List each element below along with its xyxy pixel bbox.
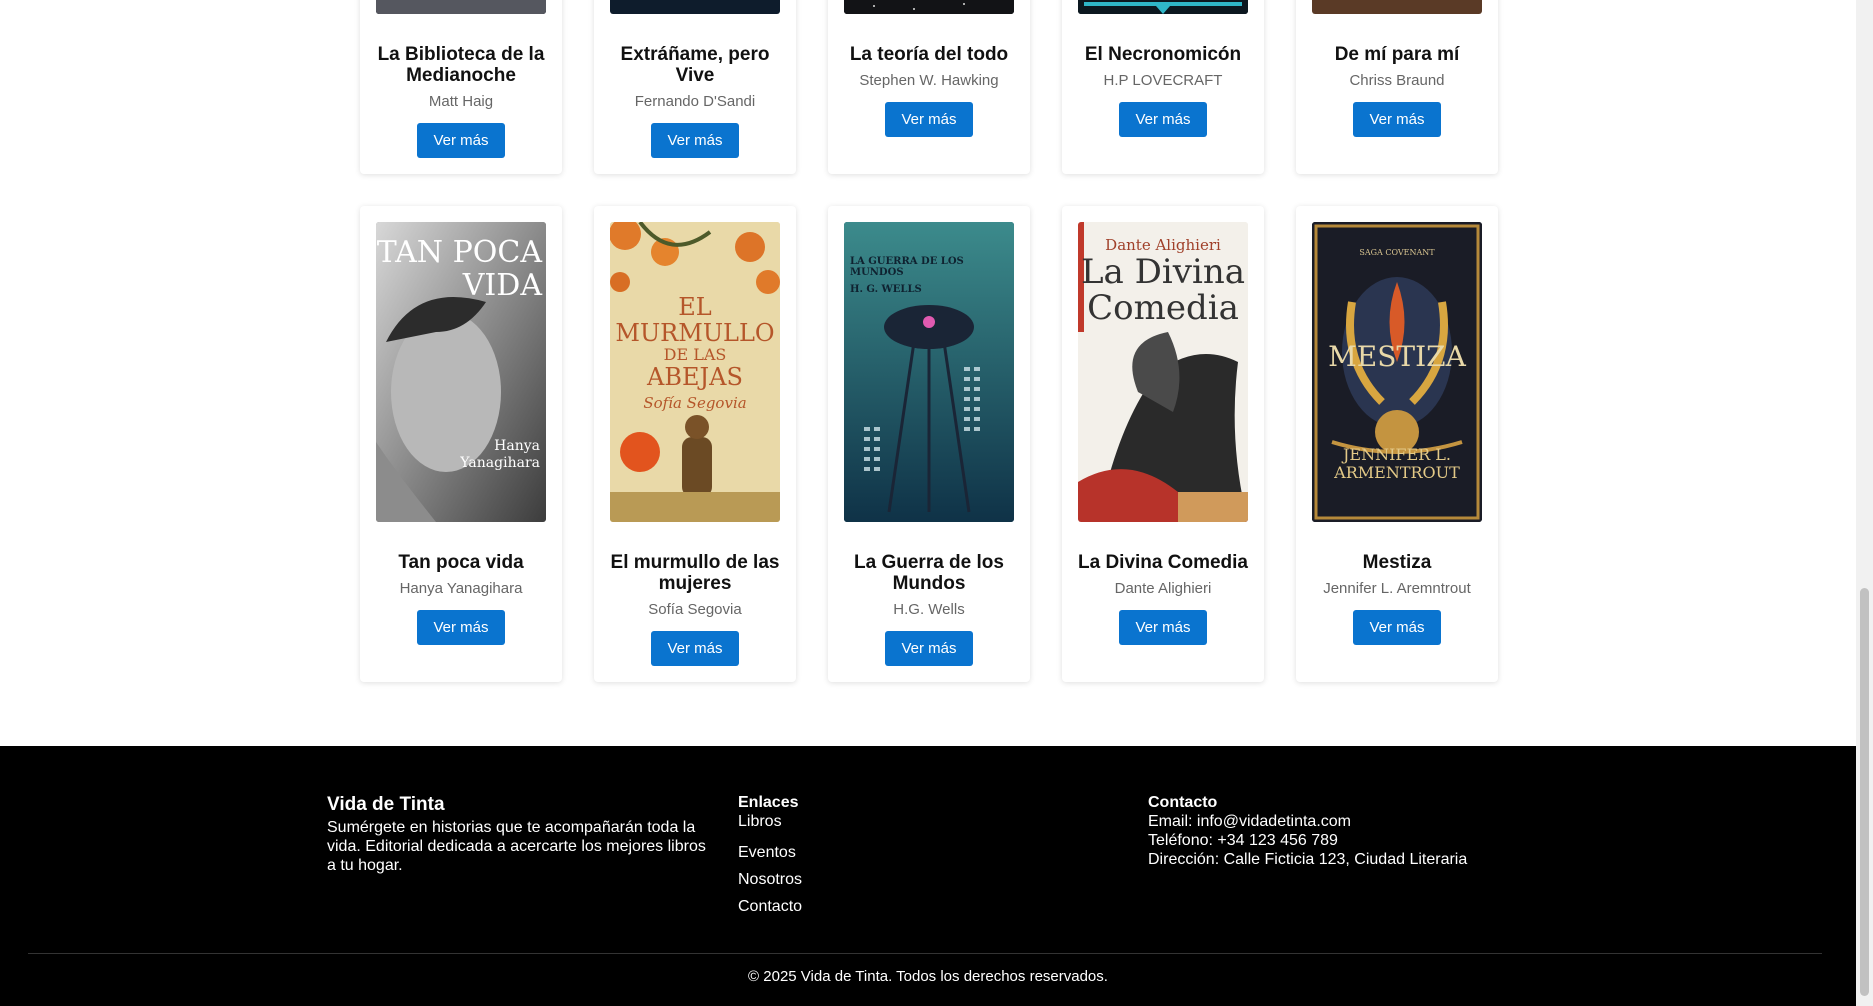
- book-title: El murmullo de las mujeres: [610, 552, 780, 594]
- book-author: Stephen W. Hawking: [859, 72, 999, 89]
- book-title: Extráñame, pero Vive: [620, 44, 770, 86]
- cover-text: JENNIFER L.: [1342, 445, 1452, 464]
- ver-mas-button[interactable]: Ver más: [885, 631, 973, 666]
- ver-mas-button[interactable]: Ver más: [417, 610, 505, 645]
- book-author: Sofía Segovia: [648, 601, 742, 618]
- footer-brand-column: Vida de Tinta Sumérgete en historias que…: [327, 794, 707, 875]
- cover-title: LA GUERRA DE LOS MUNDOS H. G. WELLS: [850, 256, 1014, 295]
- book-title: El Necronomicón: [1084, 44, 1242, 65]
- book-cover[interactable]: EL MURMULLO DE LAS ABEJAS Sofía Segovia: [610, 222, 780, 522]
- cover-author: JENNIFER L. ARMENTROUT: [1312, 446, 1482, 482]
- book-author: Dante Alighieri: [1114, 580, 1212, 597]
- ver-mas-button[interactable]: Ver más: [1119, 610, 1207, 645]
- footer-link-eventos[interactable]: Eventos: [738, 839, 1038, 866]
- book-cover[interactable]: [844, 0, 1014, 14]
- ver-mas-button[interactable]: Ver más: [651, 631, 739, 666]
- footer-phone: Teléfono: +34 123 456 789: [1148, 832, 1338, 849]
- footer-contact-column: Contacto Email: info@vidadetinta.com Tel…: [1148, 794, 1548, 869]
- footer-divider: [28, 953, 1822, 954]
- footer-link-nosotros[interactable]: Nosotros: [738, 866, 1038, 893]
- footer-copyright: © 2025 Vida de Tinta. Todos los derechos…: [748, 968, 1108, 985]
- book-author: Chriss Braund: [1349, 72, 1445, 89]
- book-cover[interactable]: SAGA COVENANT MESTIZA JENNIFER L. ARMENT…: [1312, 222, 1482, 522]
- book-cover[interactable]: LA GUERRA DE LOS MUNDOS H. G. WELLS: [844, 222, 1014, 522]
- book-title: La Biblioteca de la Medianoche: [377, 44, 545, 86]
- book-cover[interactable]: Dante Alighieri La Divina Comedia: [1078, 222, 1248, 522]
- footer-address: Dirección: Calle Ficticia 123, Ciudad Li…: [1148, 851, 1468, 868]
- book-title: La teoría del todo: [849, 44, 1009, 65]
- scrollbar-thumb[interactable]: [1860, 588, 1869, 996]
- book-cover[interactable]: TAN POCA VIDA Hanya Yanagihara: [376, 222, 546, 522]
- ver-mas-button[interactable]: Ver más: [417, 123, 505, 158]
- book-cover[interactable]: [1312, 0, 1482, 14]
- footer-link-contacto[interactable]: Contacto: [738, 893, 1038, 920]
- book-card: LA GUERRA DE LOS MUNDOS H. G. WELLS La G…: [828, 206, 1030, 682]
- book-cover[interactable]: [376, 0, 546, 14]
- cover-text: ABEJAS: [647, 363, 743, 391]
- ver-mas-button[interactable]: Ver más: [1119, 102, 1207, 137]
- book-card: La teoría del todo Stephen W. Hawking Ve…: [828, 0, 1030, 174]
- footer-description: Sumérgete en historias que te acompañará…: [327, 819, 706, 874]
- cover-text: Sofía Segovia: [643, 394, 747, 412]
- ver-mas-button[interactable]: Ver más: [651, 123, 739, 158]
- cover-text: Yanagihara: [460, 455, 540, 471]
- book-card: La Biblioteca de la Medianoche Matt Haig…: [360, 0, 562, 174]
- cover-title: TAN POCA VIDA: [376, 236, 546, 302]
- book-card: Extráñame, pero Vive Fernando D'Sandi Ve…: [594, 0, 796, 174]
- cover-text: TAN POCA: [376, 235, 542, 270]
- book-author: H.P LOVECRAFT: [1103, 72, 1223, 89]
- ver-mas-button[interactable]: Ver más: [1353, 610, 1441, 645]
- book-cover[interactable]: [610, 0, 780, 14]
- book-card: TAN POCA VIDA Hanya Yanagihara Tan poca …: [360, 206, 562, 682]
- book-grid: La Biblioteca de la Medianoche Matt Haig…: [360, 0, 1498, 682]
- cover-author: Hanya Yanagihara: [460, 438, 540, 472]
- cover-text: H. G. WELLS: [850, 284, 922, 295]
- cover-series: SAGA COVENANT: [1359, 248, 1435, 257]
- cover-text: La Divina: [1080, 252, 1246, 292]
- ver-mas-button[interactable]: Ver más: [885, 102, 973, 137]
- book-title: Tan poca vida: [398, 552, 524, 573]
- cover-text: LA GUERRA DE LOS MUNDOS: [850, 256, 964, 278]
- cover-text: EL: [678, 293, 712, 321]
- book-card: Dante Alighieri La Divina Comedia La Div…: [1062, 206, 1264, 682]
- book-author: H.G. Wells: [893, 601, 965, 618]
- book-title: Mestiza: [1362, 552, 1432, 573]
- cover-text: Comedia: [1087, 288, 1239, 328]
- footer-contact-title: Contacto: [1148, 794, 1218, 811]
- footer-links-title: Enlaces: [738, 794, 799, 811]
- book-card: De mí para mí Chriss Braund Ver más: [1296, 0, 1498, 174]
- cover-title: Dante Alighieri La Divina Comedia: [1078, 236, 1248, 326]
- book-card: EL MURMULLO DE LAS ABEJAS Sofía Segovia …: [594, 206, 796, 682]
- book-card: El Necronomicón H.P LOVECRAFT Ver más: [1062, 0, 1264, 174]
- footer-link-libros[interactable]: Libros: [738, 812, 1038, 831]
- book-title: La Guerra de los Mundos: [854, 552, 1004, 594]
- book-title: De mí para mí: [1334, 44, 1460, 65]
- cover-title: MESTIZA: [1328, 340, 1466, 373]
- book-row-2: TAN POCA VIDA Hanya Yanagihara Tan poca …: [360, 206, 1498, 682]
- cover-text: ARMENTROUT: [1334, 463, 1460, 482]
- cover-text: VIDA: [462, 268, 542, 303]
- page-viewport: La Biblioteca de la Medianoche Matt Haig…: [0, 0, 1856, 1006]
- cover-title: EL MURMULLO DE LAS ABEJAS Sofía Segovia: [610, 294, 780, 416]
- site-footer: Vida de Tinta Sumérgete en historias que…: [0, 746, 1856, 1006]
- book-author: Matt Haig: [428, 93, 494, 110]
- cover-text: DE LAS: [663, 345, 727, 364]
- book-cover[interactable]: [1078, 0, 1248, 14]
- page-scrollbar[interactable]: [1856, 0, 1873, 1006]
- footer-brand: Vida de Tinta: [327, 794, 445, 815]
- footer-email: Email: info@vidadetinta.com: [1148, 813, 1351, 830]
- book-author: Fernando D'Sandi: [634, 93, 756, 110]
- ver-mas-button[interactable]: Ver más: [1353, 102, 1441, 137]
- footer-links-column: Enlaces Libros Eventos Nosotros Contacto: [738, 794, 1038, 920]
- book-author: Jennifer L. Aremntrout: [1323, 580, 1471, 597]
- book-card: SAGA COVENANT MESTIZA JENNIFER L. ARMENT…: [1296, 206, 1498, 682]
- book-author: Hanya Yanagihara: [399, 580, 523, 597]
- cover-text: Hanya: [494, 438, 540, 454]
- book-title: La Divina Comedia: [1078, 552, 1248, 573]
- cover-text: MURMULLO: [615, 319, 775, 347]
- book-row-1: La Biblioteca de la Medianoche Matt Haig…: [360, 0, 1498, 174]
